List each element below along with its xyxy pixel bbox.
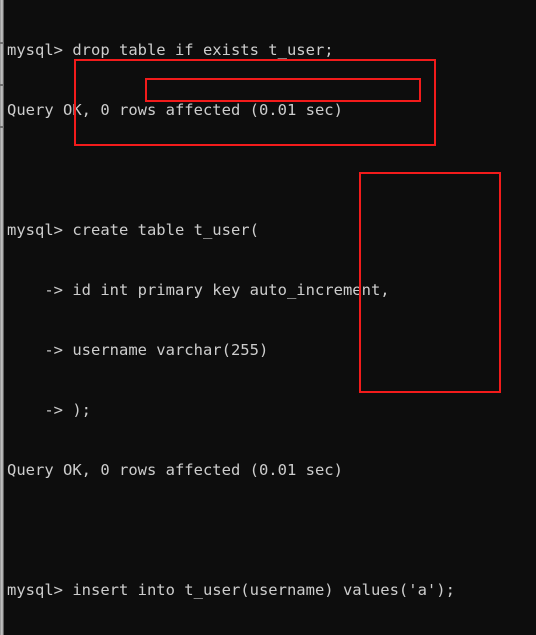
- terminal-line-create-open: mysql> create table t_user(: [7, 221, 259, 239]
- terminal-output: mysql> drop table if exists t_user; Quer…: [7, 0, 536, 635]
- scrollbar-notch: [0, 84, 4, 86]
- scrollbar-notch: [0, 126, 4, 128]
- scrollbar-notch: [0, 42, 4, 44]
- terminal-line-create-result: Query OK, 0 rows affected (0.01 sec): [7, 461, 343, 479]
- terminal-line-insert-a: mysql> insert into t_user(username) valu…: [7, 581, 455, 599]
- terminal-line-create-close: -> );: [7, 401, 91, 419]
- terminal-line-create-id: -> id int primary key auto_increment,: [7, 281, 390, 299]
- window-left-edge-scrollbar[interactable]: [0, 0, 4, 635]
- mysql-terminal-window: mysql> drop table if exists t_user; Quer…: [0, 0, 536, 635]
- terminal-line-drop-result: Query OK, 0 rows affected (0.01 sec): [7, 101, 343, 119]
- terminal-line-drop-command: mysql> drop table if exists t_user;: [7, 41, 334, 59]
- terminal-line-create-username: -> username varchar(255): [7, 341, 269, 359]
